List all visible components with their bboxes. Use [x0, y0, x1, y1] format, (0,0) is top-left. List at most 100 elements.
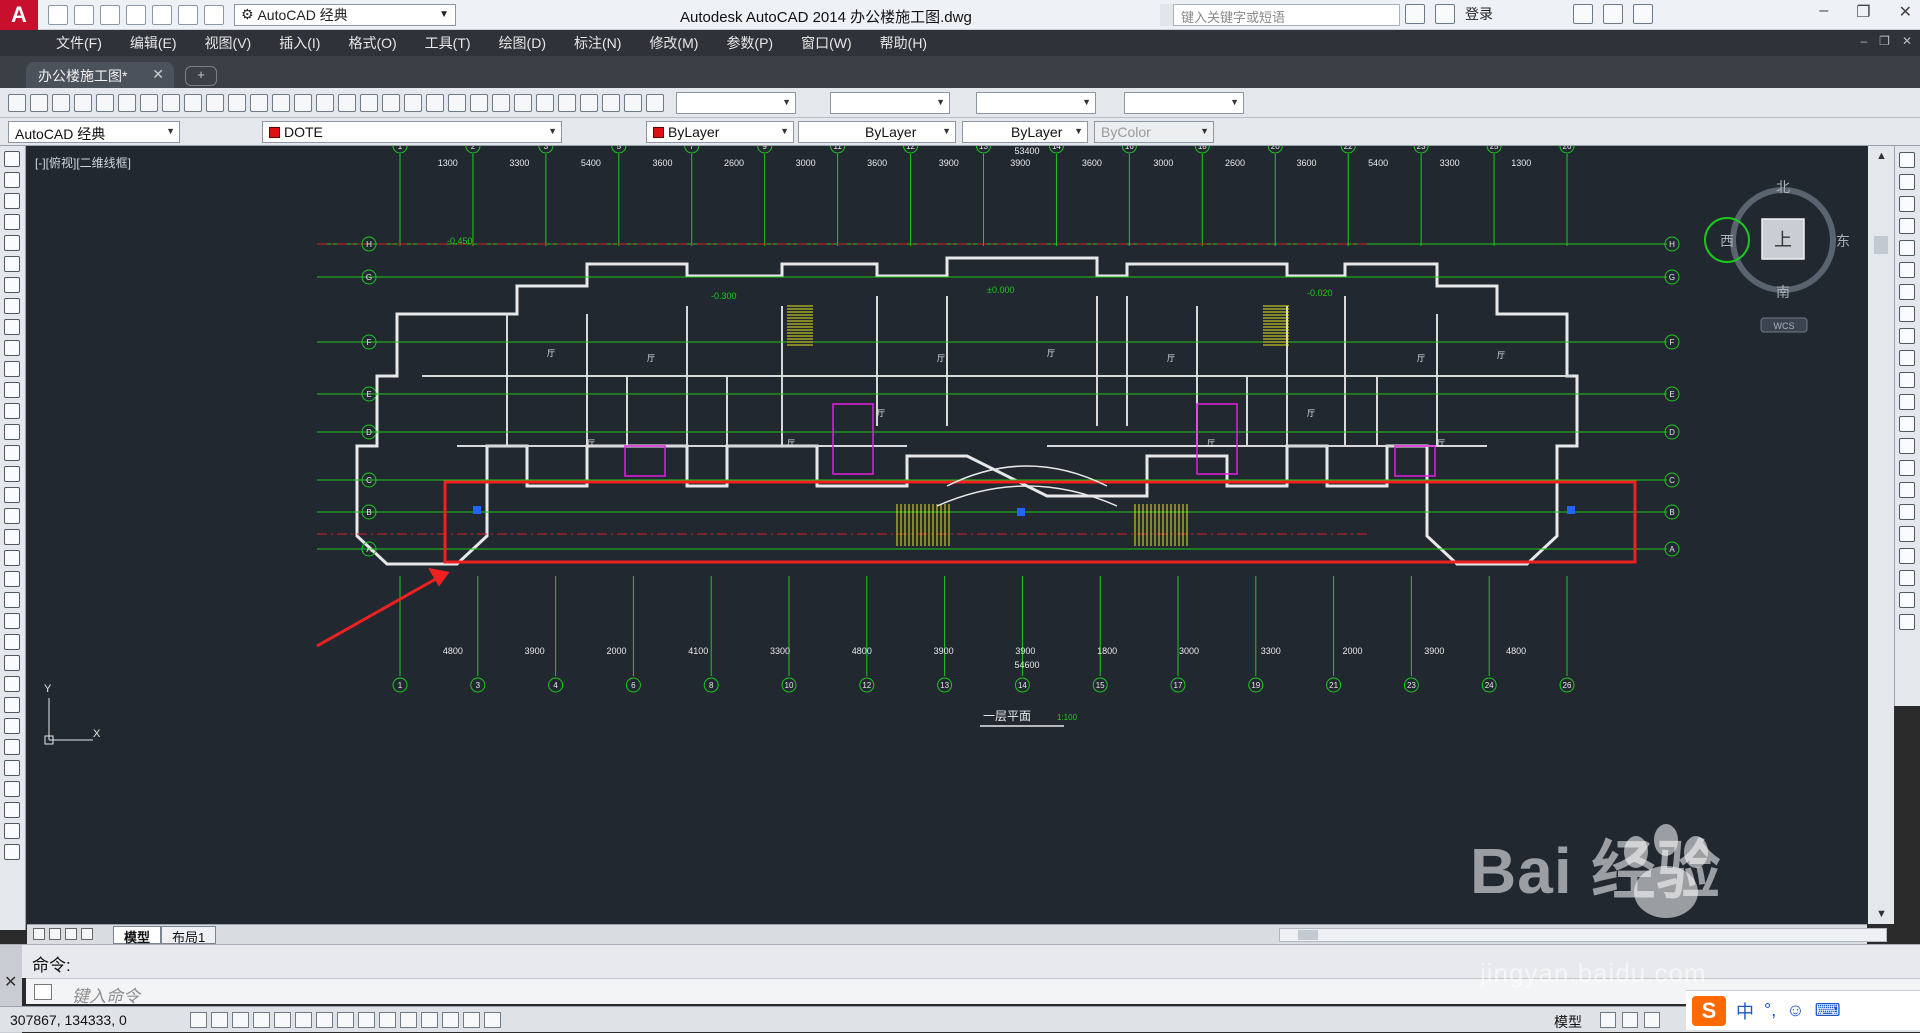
draw-tool-icon[interactable]: [4, 697, 20, 713]
user-icon[interactable]: [1435, 4, 1455, 24]
new-tab-button[interactable]: +: [185, 66, 217, 86]
draw-tool-icon[interactable]: [4, 550, 20, 566]
toolbar-tool-icon[interactable]: [338, 94, 356, 112]
linetype-dropdown[interactable]: ByLayer ▼: [798, 121, 956, 143]
status-toggle-icon[interactable]: [379, 1012, 396, 1028]
toolbar-tool-icon[interactable]: [140, 94, 158, 112]
modify-tool-icon[interactable]: [1899, 306, 1915, 322]
draw-tool-icon[interactable]: [4, 382, 20, 398]
draw-tool-icon[interactable]: [4, 235, 20, 251]
tab-model[interactable]: 模型: [113, 926, 162, 945]
status-toggle-icon[interactable]: [316, 1012, 333, 1028]
sogou-icon[interactable]: S: [1692, 995, 1726, 1026]
prev-layout-icon[interactable]: [49, 928, 61, 940]
draw-tool-icon[interactable]: [4, 508, 20, 524]
hscroll-thumb[interactable]: [1298, 930, 1318, 940]
toolbar-tool-icon[interactable]: [96, 94, 114, 112]
modify-tool-icon[interactable]: [1899, 614, 1915, 630]
draw-tool-icon[interactable]: [4, 781, 20, 797]
menu-item[interactable]: 标注(N): [574, 33, 621, 53]
workspace-dropdown[interactable]: AutoCAD 经典 ▼: [8, 121, 180, 143]
toolbar-tool-icon[interactable]: [162, 94, 180, 112]
draw-tool-icon[interactable]: [4, 424, 20, 440]
doc-close-icon[interactable]: ✕: [1902, 34, 1912, 48]
minimize-icon[interactable]: –: [1819, 2, 1828, 22]
print-icon[interactable]: [152, 4, 172, 25]
draw-tool-icon[interactable]: [4, 592, 20, 608]
toolbar-tool-icon[interactable]: [646, 94, 664, 112]
draw-tool-icon[interactable]: [4, 361, 20, 377]
draw-tool-icon[interactable]: [4, 739, 20, 755]
status-toggle-icon[interactable]: [211, 1012, 228, 1028]
modify-tool-icon[interactable]: [1899, 438, 1915, 454]
tab-layout1[interactable]: 布局1: [161, 926, 217, 945]
save-as-icon[interactable]: [126, 4, 146, 25]
menu-item[interactable]: 修改(M): [649, 33, 698, 53]
viewcube-north[interactable]: 北: [1776, 179, 1790, 195]
toolbar-tool-icon[interactable]: [536, 94, 554, 112]
modify-tool-icon[interactable]: [1899, 548, 1915, 564]
modify-tool-icon[interactable]: [1899, 284, 1915, 300]
login-link[interactable]: 登录: [1465, 4, 1493, 24]
draw-tool-icon[interactable]: [4, 487, 20, 503]
toolbar-tool-icon[interactable]: [250, 94, 268, 112]
toolbar-tool-icon[interactable]: [184, 94, 202, 112]
toolbar-tool-icon[interactable]: [118, 94, 136, 112]
horizontal-scrollbar[interactable]: [1279, 928, 1887, 942]
draw-tool-icon[interactable]: [4, 844, 20, 860]
draw-tool-icon[interactable]: [4, 466, 20, 482]
draw-tool-icon[interactable]: [4, 571, 20, 587]
ime-mode[interactable]: 中: [1736, 998, 1754, 1024]
viewcube-west[interactable]: 西: [1720, 233, 1734, 249]
dim-style-select[interactable]: ▼: [830, 92, 950, 114]
toolbar-tool-icon[interactable]: [360, 94, 378, 112]
modify-tool-icon[interactable]: [1899, 196, 1915, 212]
binoculars-icon[interactable]: [1405, 4, 1425, 24]
search-expand-button[interactable]: [1160, 4, 1174, 26]
viewcube-east[interactable]: 东: [1836, 233, 1850, 249]
draw-tool-icon[interactable]: [4, 718, 20, 734]
status-toggle-icon[interactable]: [442, 1012, 459, 1028]
draw-tool-icon[interactable]: [4, 823, 20, 839]
toolbar-tool-icon[interactable]: [602, 94, 620, 112]
annotation-scale-icon[interactable]: [1622, 1012, 1638, 1028]
toolbar-tool-icon[interactable]: [470, 94, 488, 112]
modify-tool-icon[interactable]: [1899, 328, 1915, 344]
draw-tool-icon[interactable]: [4, 193, 20, 209]
scroll-down-icon[interactable]: ▼: [1876, 908, 1887, 920]
viewcube-south[interactable]: 南: [1776, 284, 1790, 300]
status-toggle-icon[interactable]: [421, 1012, 438, 1028]
toolbar-tool-icon[interactable]: [316, 94, 334, 112]
status-toggle-icon[interactable]: [337, 1012, 354, 1028]
draw-tool-icon[interactable]: [4, 760, 20, 776]
close-command-line-icon[interactable]: ✕: [4, 972, 17, 992]
menu-item[interactable]: 工具(T): [425, 33, 471, 53]
draw-tool-icon[interactable]: [4, 529, 20, 545]
status-toggle-icon[interactable]: [358, 1012, 375, 1028]
toolbar-tool-icon[interactable]: [426, 94, 444, 112]
toolbar-tool-icon[interactable]: [624, 94, 642, 112]
draw-tool-icon[interactable]: [4, 676, 20, 692]
draw-tool-icon[interactable]: [4, 298, 20, 314]
modify-tool-icon[interactable]: [1899, 570, 1915, 586]
menu-item[interactable]: 格式(O): [348, 33, 396, 53]
vertical-scrollbar[interactable]: ▲ ▼: [1868, 146, 1894, 924]
toolbar-tool-icon[interactable]: [492, 94, 510, 112]
close-tab-icon[interactable]: ✕: [152, 66, 164, 83]
doc-restore-icon[interactable]: ❐: [1879, 34, 1890, 48]
undo-icon[interactable]: [178, 4, 198, 25]
status-toggle-icon[interactable]: [484, 1012, 501, 1028]
menu-item[interactable]: 插入(I): [279, 33, 320, 53]
plotstyle-dropdown[interactable]: ByColor ▼: [1094, 121, 1214, 143]
status-toggle-icon[interactable]: [295, 1012, 312, 1028]
keyboard-icon[interactable]: ⌨: [1815, 1000, 1841, 1021]
toolbar-tool-icon[interactable]: [580, 94, 598, 112]
draw-tool-icon[interactable]: [4, 172, 20, 188]
drawing-area[interactable]: [-][俯视][二维线框] 1 2 3 5 7 9 11 12 13 14 16…: [27, 146, 1867, 924]
toolbar-tool-icon[interactable]: [8, 94, 26, 112]
exchange-icon[interactable]: [1573, 4, 1593, 24]
modify-tool-icon[interactable]: [1899, 592, 1915, 608]
draw-tool-icon[interactable]: [4, 256, 20, 272]
toolbar-tool-icon[interactable]: [514, 94, 532, 112]
color-dropdown[interactable]: ByLayer ▼: [646, 121, 794, 143]
